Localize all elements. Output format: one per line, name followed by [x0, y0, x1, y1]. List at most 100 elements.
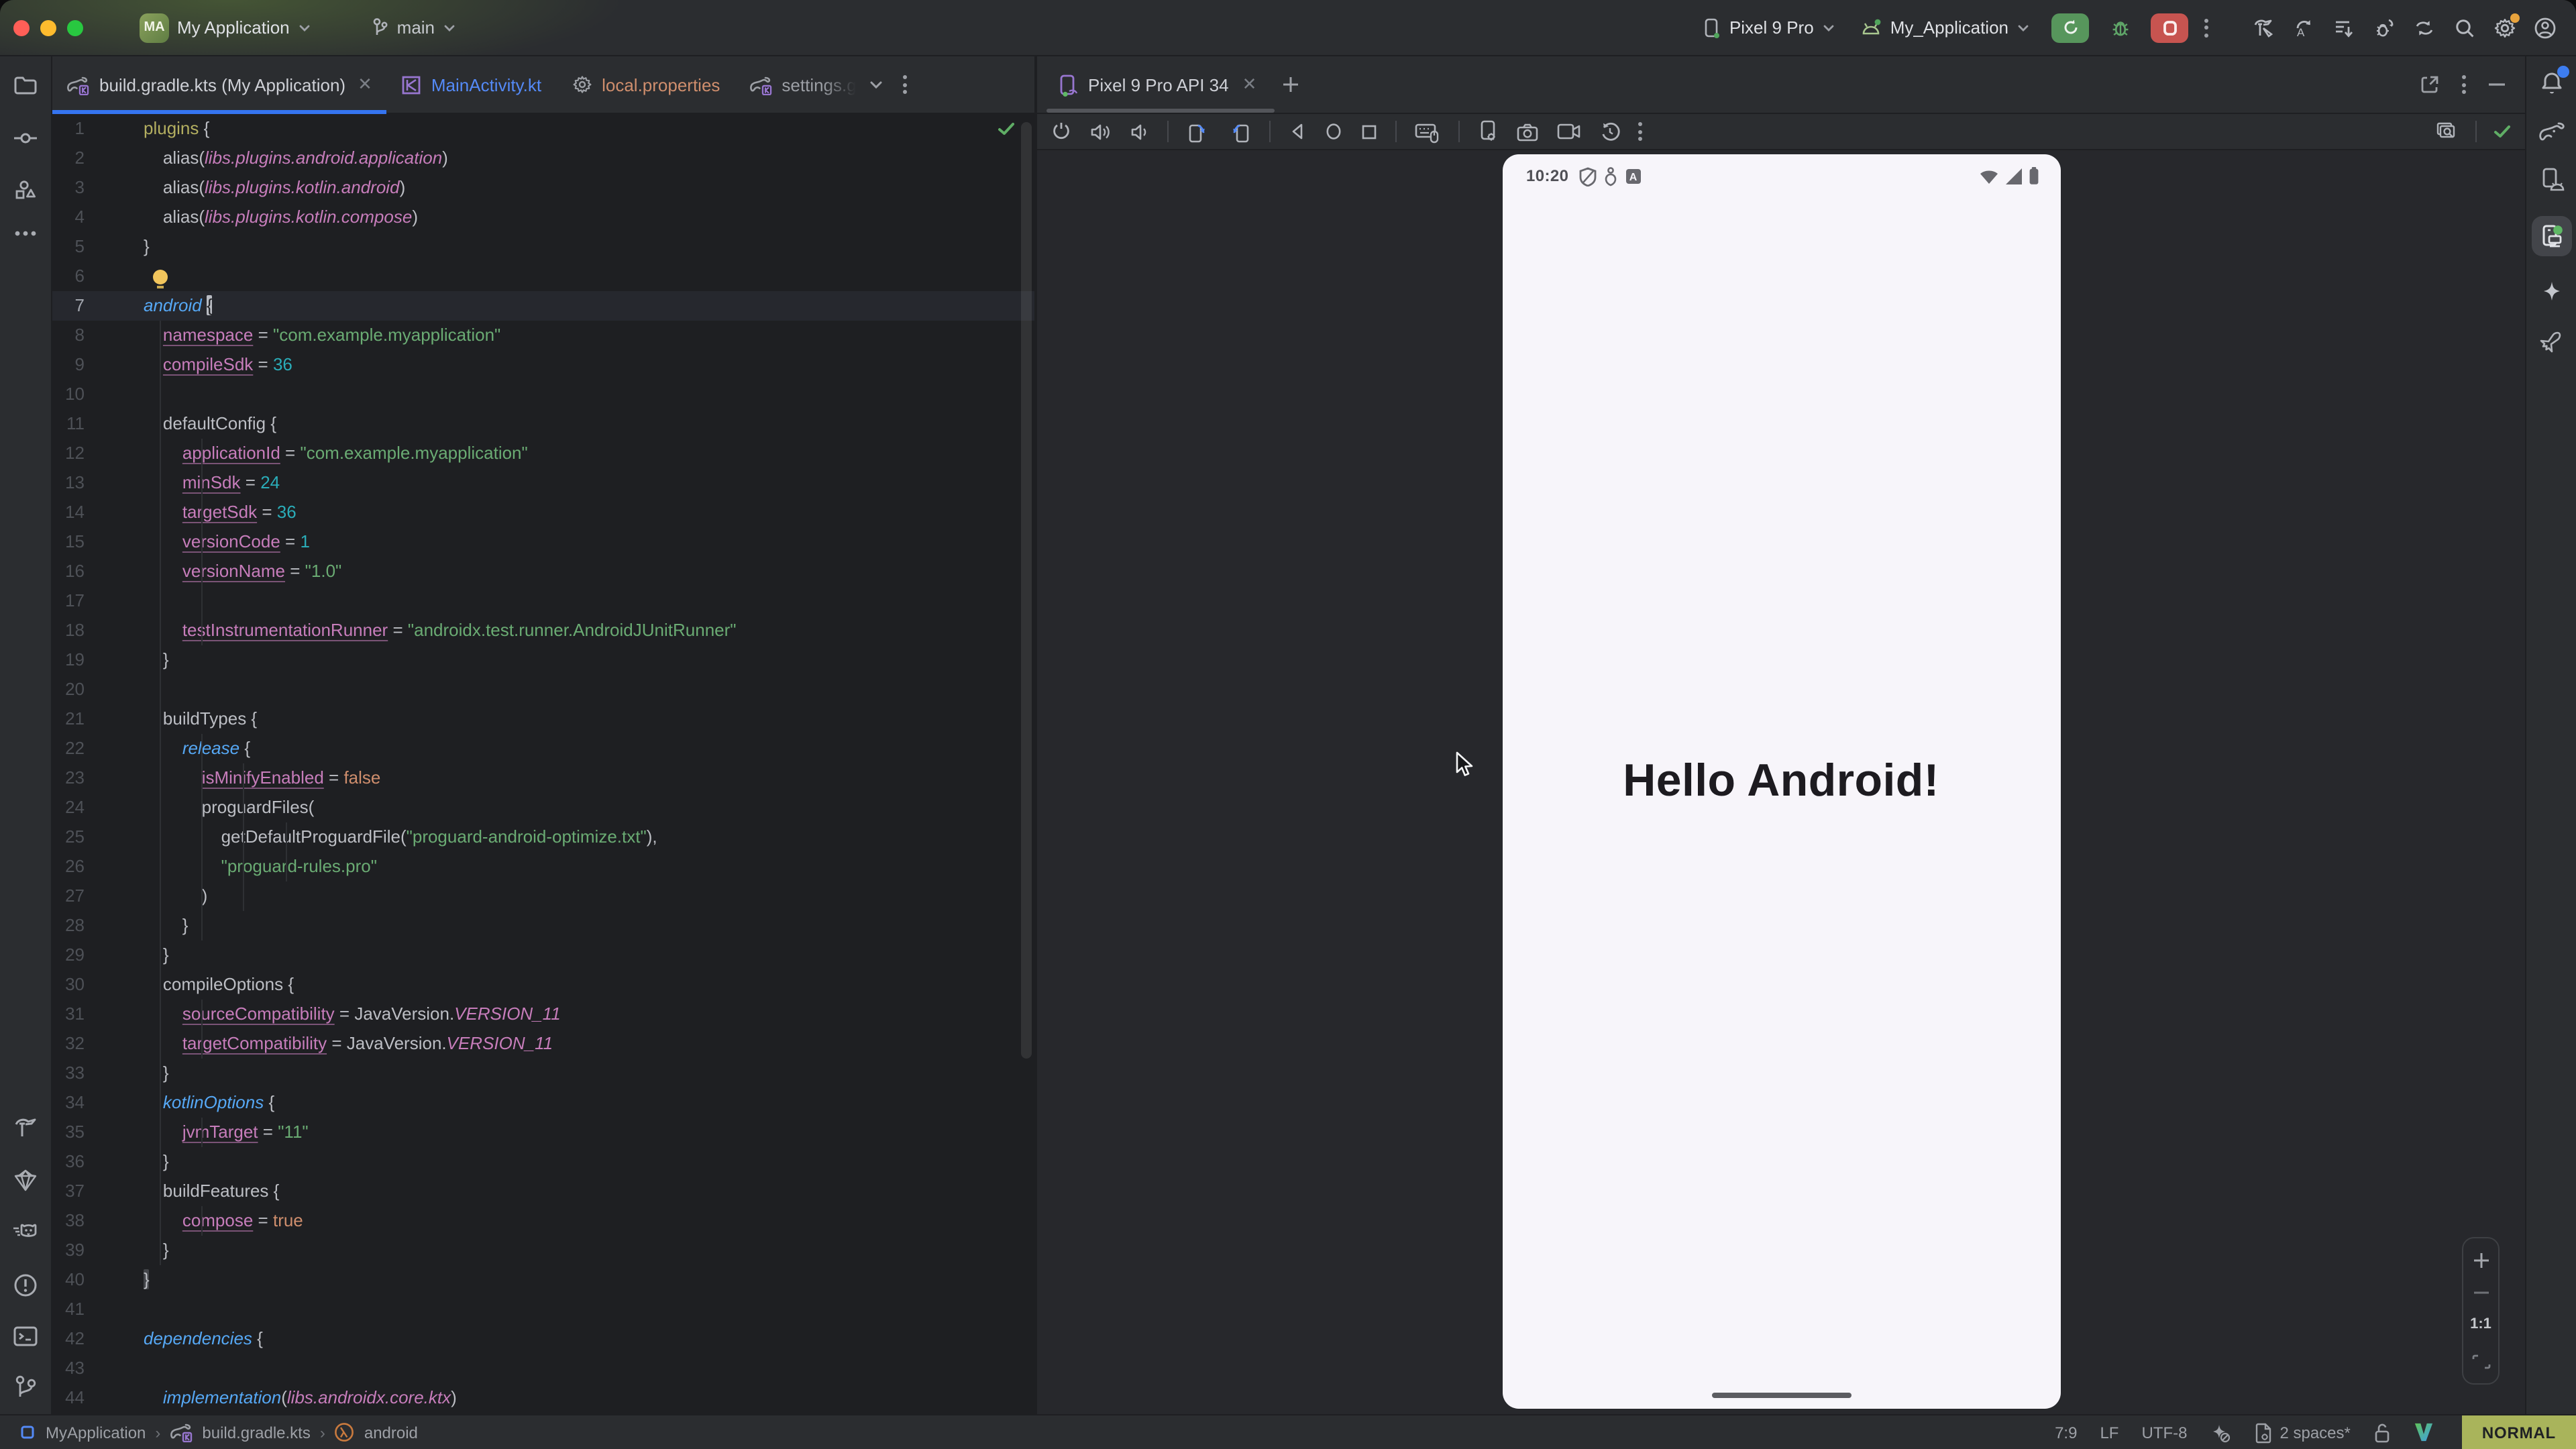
hidden-tabs-chevron[interactable] [859, 56, 894, 113]
code-line[interactable]: 32 targetCompatibility = JavaVersion.VER… [52, 1029, 1034, 1059]
code-line[interactable]: 23 isMinifyEnabled = false [52, 763, 1034, 793]
code-line[interactable]: 11 defaultConfig { [52, 409, 1034, 439]
device-tab-label[interactable]: Pixel 9 Pro API 34 [1088, 74, 1229, 95]
back-icon[interactable] [1288, 122, 1307, 141]
breadcrumb-file[interactable]: build.gradle.kts [202, 1423, 310, 1442]
code-line[interactable]: 8 namespace = "com.example.myapplication… [52, 321, 1034, 350]
code-line[interactable]: 2 alias(libs.plugins.android.application… [52, 144, 1034, 173]
device-screen[interactable]: 10:20 A Hello Android! [1502, 154, 2060, 1409]
screenshot-camera-icon[interactable] [1516, 121, 1539, 142]
code-line[interactable]: 1plugins { [52, 114, 1034, 144]
build-hammer-icon[interactable] [2251, 15, 2275, 40]
rotate-left-icon[interactable] [1186, 120, 1210, 143]
indent-widget[interactable]: 2 spaces* [2254, 1421, 2350, 1443]
code-line[interactable]: 33 } [52, 1059, 1034, 1088]
version-control-icon[interactable] [13, 1374, 38, 1401]
running-devices-button-active[interactable] [2531, 216, 2571, 256]
reset-icon[interactable] [1599, 121, 1621, 142]
ui-check-icon[interactable] [2435, 121, 2459, 142]
code-line[interactable]: 26 "proguard-rules.pro" [52, 852, 1034, 881]
zoom-fit-icon[interactable] [2471, 1354, 2491, 1370]
project-folder-icon[interactable] [12, 72, 39, 99]
code-line[interactable]: 43 [52, 1354, 1034, 1383]
problems-icon[interactable] [12, 1272, 39, 1299]
code-line[interactable]: 16 versionName = "1.0" [52, 557, 1034, 586]
ai-assist-disabled-icon[interactable] [2210, 1421, 2231, 1443]
tab-local-properties[interactable]: local.properties [556, 56, 735, 113]
code-line[interactable]: 5} [52, 232, 1034, 262]
home-icon[interactable] [1324, 122, 1343, 141]
notifications-button[interactable] [2538, 70, 2565, 97]
code-line[interactable]: 27 ) [52, 881, 1034, 911]
search-everywhere-icon[interactable] [2453, 15, 2477, 40]
vim-mode-badge[interactable]: NORMAL [2462, 1415, 2576, 1449]
code-line[interactable]: 20 [52, 675, 1034, 704]
close-device-tab-icon[interactable]: ✕ [1242, 74, 1257, 95]
app-insights-plane-icon[interactable] [2536, 329, 2566, 356]
code-line[interactable]: 29 } [52, 941, 1034, 970]
code-line[interactable]: 14 targetSdk = 36 [52, 498, 1034, 527]
code-line[interactable]: 4 alias(libs.plugins.kotlin.compose) [52, 203, 1034, 232]
code-line[interactable]: 22 release { [52, 734, 1034, 763]
code-line[interactable]: 39 } [52, 1236, 1034, 1265]
file-encoding[interactable]: UTF-8 [2141, 1423, 2187, 1442]
device-settings-icon[interactable] [1477, 119, 1499, 144]
rotate-right-icon[interactable] [1228, 120, 1252, 143]
panel-options-kebab[interactable] [2462, 75, 2466, 94]
code-line[interactable]: 13 minSdk = 24 [52, 468, 1034, 498]
code-line[interactable]: 18 testInstrumentationRunner = "androidx… [52, 616, 1034, 645]
zoom-out-icon[interactable] [2472, 1291, 2489, 1295]
power-icon[interactable] [1051, 121, 1072, 142]
debug-button[interactable] [2105, 13, 2135, 42]
code-line[interactable]: 28 } [52, 911, 1034, 941]
code-line[interactable]: 35 jvmTarget = "11" [52, 1118, 1034, 1147]
device-selector[interactable]: Pixel 9 Pro [1701, 17, 1835, 38]
profile-icon[interactable] [2533, 15, 2557, 40]
overview-icon[interactable] [1360, 123, 1378, 140]
gemini-icon[interactable] [12, 1167, 39, 1194]
volume-up-icon[interactable] [1089, 121, 1112, 142]
code-line[interactable]: 3 alias(libs.plugins.kotlin.android) [52, 173, 1034, 203]
open-in-new-window-icon[interactable] [2419, 74, 2440, 95]
code-line[interactable]: 15 versionCode = 1 [52, 527, 1034, 557]
terminal-icon[interactable] [12, 1324, 39, 1348]
code-line[interactable]: 21 buildTypes { [52, 704, 1034, 734]
tab-options-kebab[interactable] [894, 56, 917, 113]
code-line[interactable]: 10 [52, 380, 1034, 409]
attach-debugger-icon[interactable] [2372, 15, 2396, 40]
sync-gradle-icon[interactable] [2412, 15, 2436, 40]
code-line[interactable]: 41 [52, 1295, 1034, 1324]
vcs-branch-widget[interactable]: main [370, 17, 456, 38]
caret-position[interactable]: 7:9 [2055, 1423, 2077, 1442]
code-line[interactable]: 9 compileSdk = 36 [52, 350, 1034, 380]
gradle-tool-window-icon[interactable] [2536, 119, 2566, 144]
code-line[interactable]: 30 compileOptions { [52, 970, 1034, 1000]
more-tool-windows-icon[interactable] [13, 229, 38, 237]
add-device-tab-icon[interactable] [1281, 75, 1299, 94]
hide-panel-icon[interactable] [2487, 82, 2506, 87]
volume-down-icon[interactable] [1130, 121, 1150, 142]
code-line[interactable]: 7android { [52, 291, 1034, 321]
resource-manager-icon[interactable] [12, 177, 39, 204]
code-line[interactable]: 34 kotlinOptions { [52, 1088, 1034, 1118]
stop-button[interactable] [2151, 13, 2188, 42]
tab-mainactivity[interactable]: MainActivity.kt [387, 56, 556, 113]
minimize-window-button[interactable] [40, 19, 56, 36]
project-widget[interactable]: MA My Application [140, 13, 311, 42]
commit-icon[interactable] [12, 125, 39, 152]
maximize-window-button[interactable] [67, 19, 83, 36]
assistant-sparkle-icon[interactable] [2539, 279, 2563, 306]
emulator-more-kebab[interactable] [1638, 122, 1642, 141]
breadcrumb-project[interactable]: MyApplication [46, 1423, 146, 1442]
settings-button[interactable] [2493, 15, 2517, 40]
vim-plugin-icon[interactable] [2414, 1422, 2434, 1442]
apply-code-changes-icon[interactable] [2332, 15, 2356, 40]
apply-changes-icon[interactable]: A [2292, 15, 2316, 40]
code-line[interactable]: 40} [52, 1265, 1034, 1295]
editor-scrollbar[interactable] [1021, 122, 1032, 1059]
screen-record-icon[interactable] [1556, 122, 1582, 141]
close-window-button[interactable] [13, 19, 30, 36]
line-separator[interactable]: LF [2100, 1423, 2118, 1442]
code-editor[interactable]: 1plugins {2 alias(libs.plugins.android.a… [52, 114, 1034, 1414]
breadcrumb-element[interactable]: android [364, 1423, 418, 1442]
